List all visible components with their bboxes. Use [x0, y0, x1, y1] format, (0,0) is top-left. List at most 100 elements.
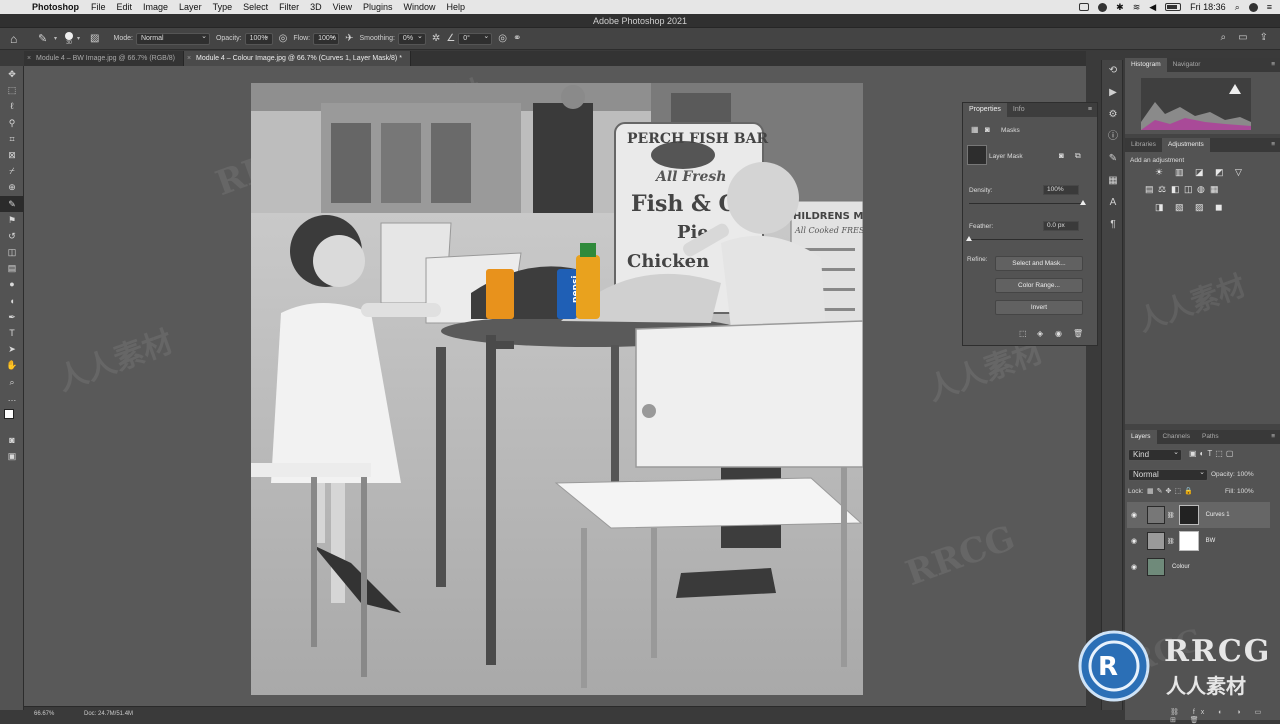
density-slider-track[interactable]	[969, 203, 1083, 204]
link-icon[interactable]: ⛓	[1167, 538, 1175, 545]
menu-image[interactable]: Image	[143, 2, 168, 12]
lock-icons[interactable]: ▦✎✥⬚🔒	[1147, 487, 1196, 495]
menu-select[interactable]: Select	[243, 2, 268, 12]
select-and-mask-button[interactable]: Select and Mask...	[995, 256, 1083, 271]
menu-file[interactable]: File	[91, 2, 106, 12]
character-icon[interactable]: A	[1102, 192, 1124, 214]
layer-opacity-value[interactable]: 100%	[1237, 471, 1254, 478]
layer-row-curves[interactable]: ◉ ⛓ Curves 1	[1127, 502, 1270, 528]
vibrance-icon[interactable]: ▽	[1235, 167, 1249, 178]
tab-layers[interactable]: Layers	[1125, 430, 1157, 444]
more-tools-icon[interactable]: …	[0, 390, 24, 406]
feather-slider-thumb[interactable]	[966, 236, 972, 241]
chevron-down-icon[interactable]: ▾	[77, 35, 80, 42]
layer-row-bw[interactable]: ◉ ⛓ BW	[1127, 528, 1270, 554]
creative-cloud-icon[interactable]	[1098, 2, 1108, 12]
blend-mode-dropdown[interactable]: Normal	[1128, 468, 1208, 481]
quick-select-tool-icon[interactable]: ⚲	[0, 115, 24, 131]
density-slider-thumb[interactable]	[1080, 200, 1086, 205]
actions-icon[interactable]: ▶	[1102, 82, 1124, 104]
flow-field[interactable]: 100%	[313, 32, 340, 45]
home-icon[interactable]: ⌂	[10, 32, 24, 46]
menu-filter[interactable]: Filter	[279, 2, 299, 12]
hand-tool-icon[interactable]: ✋	[0, 357, 24, 373]
eye-icon[interactable]: ◉	[1127, 511, 1141, 519]
toggle-mask-icon[interactable]: ◉	[1055, 329, 1062, 338]
chevron-down-icon[interactable]: ▾	[54, 35, 57, 42]
gradient-tool-icon[interactable]: ▤	[0, 260, 24, 276]
pressure-size-icon[interactable]: ◎	[498, 33, 507, 44]
eyedropper-tool-icon[interactable]: ⌿	[0, 163, 24, 179]
eye-icon[interactable]: ◉	[1127, 537, 1141, 545]
screen-mode-icon[interactable]: ▣	[0, 448, 24, 464]
zoom-tool-icon[interactable]: ⌕	[0, 374, 24, 390]
opacity-field[interactable]: 100%	[244, 32, 273, 45]
brush-settings-icon[interactable]: ▨	[90, 33, 99, 44]
volume-icon[interactable]: ◀	[1149, 2, 1156, 13]
invert-button[interactable]: Invert	[995, 300, 1083, 315]
app-menu[interactable]: Photoshop	[32, 2, 79, 12]
pen-tool-icon[interactable]: ✒	[0, 309, 24, 325]
tab-channels[interactable]: Channels	[1157, 430, 1196, 444]
symmetry-icon[interactable]: ⚭	[513, 33, 521, 44]
menu-window[interactable]: Window	[404, 2, 436, 12]
layer-filter-dropdown[interactable]: Kind	[1128, 448, 1182, 461]
wifi-icon[interactable]: ≋	[1133, 2, 1141, 13]
tab-navigator[interactable]: Navigator	[1167, 58, 1207, 72]
pressure-opacity-icon[interactable]: ◎	[279, 33, 288, 44]
swatches-icon[interactable]: ▦	[1102, 170, 1124, 192]
brush-preset-picker[interactable]: 30	[65, 31, 74, 46]
tab-histogram[interactable]: Histogram	[1125, 58, 1167, 72]
share-icon[interactable]: ⇪	[1260, 32, 1268, 43]
curves-icon[interactable]: ◪	[1195, 167, 1209, 178]
layers-footer-icons[interactable]: ⛓ fx ◐ ◑ ▭ ⊞ 🗑	[1170, 708, 1280, 724]
menu-plugins[interactable]: Plugins	[363, 2, 393, 12]
panel-menu-icon[interactable]: ≡	[1271, 58, 1280, 72]
bluetooth-icon[interactable]: ✱	[1116, 2, 1124, 13]
layer-mask-thumbnail[interactable]	[1178, 505, 1199, 525]
layer-mask-thumbnail[interactable]	[1178, 531, 1199, 551]
menu-edit[interactable]: Edit	[117, 2, 133, 12]
tab-paths[interactable]: Paths	[1196, 430, 1225, 444]
brightness-icon[interactable]: ☀	[1155, 167, 1169, 178]
tab-properties[interactable]: Properties	[963, 103, 1007, 117]
eye-icon[interactable]: ◉	[1127, 563, 1141, 571]
path-select-tool-icon[interactable]: ➤	[0, 341, 24, 357]
close-icon[interactable]: ×	[187, 51, 191, 66]
clone-stamp-tool-icon[interactable]: ⚑	[0, 212, 24, 228]
levels-icon[interactable]: ▥	[1175, 167, 1189, 178]
brush-settings-icon[interactable]: ✎	[1102, 148, 1124, 170]
mode-dropdown[interactable]: Normal	[135, 32, 210, 45]
tab-libraries[interactable]: Libraries	[1125, 138, 1162, 152]
feather-field[interactable]: 0.0 px	[1043, 221, 1079, 231]
delete-mask-icon[interactable]: 🗑	[1073, 329, 1083, 338]
battery-icon[interactable]	[1165, 3, 1182, 11]
panel-menu-icon[interactable]: ≡	[1271, 430, 1280, 444]
quick-mask-icon[interactable]: ◙	[0, 432, 24, 448]
color-balance-icon[interactable]: ⚖	[1158, 184, 1168, 195]
color-lookup-icon[interactable]: ▦	[1210, 184, 1220, 195]
density-field[interactable]: 100%	[1043, 185, 1079, 195]
history-brush-tool-icon[interactable]: ↺	[0, 228, 24, 244]
hue-saturation-icon[interactable]: ▤	[1145, 184, 1155, 195]
layer-filter-icons[interactable]: ▣◐T⬚▢	[1189, 449, 1236, 458]
brush-tool-icon[interactable]: ✎	[0, 195, 24, 212]
airbrush-icon[interactable]: ✈	[345, 33, 353, 44]
exposure-icon[interactable]: ◩	[1215, 167, 1229, 178]
healing-brush-tool-icon[interactable]: ⊕	[0, 179, 24, 195]
tab-info[interactable]: Info	[1007, 103, 1031, 117]
move-tool-icon[interactable]: ✥	[0, 66, 24, 82]
tab-adjustments[interactable]: Adjustments	[1161, 138, 1210, 152]
close-icon[interactable]: ×	[27, 51, 31, 66]
select-pixel-mask-icon[interactable]: ◙	[1059, 151, 1064, 160]
blur-tool-icon[interactable]: ●	[0, 276, 24, 292]
screen-icon[interactable]	[1079, 3, 1090, 11]
menu-layer[interactable]: Layer	[179, 2, 202, 12]
smoothing-field[interactable]: 0%	[397, 32, 426, 45]
zoom-level[interactable]: 66.67%	[34, 707, 54, 721]
layer-row-colour[interactable]: ◉ Colour	[1127, 554, 1270, 580]
panel-menu-icon[interactable]: ≡	[1088, 103, 1097, 117]
lasso-tool-icon[interactable]: ℓ	[0, 98, 24, 114]
tab-bw-image[interactable]: × Module 4 – BW Image.jpg @ 66.7% (RGB/8…	[24, 51, 184, 66]
menu-help[interactable]: Help	[447, 2, 466, 12]
